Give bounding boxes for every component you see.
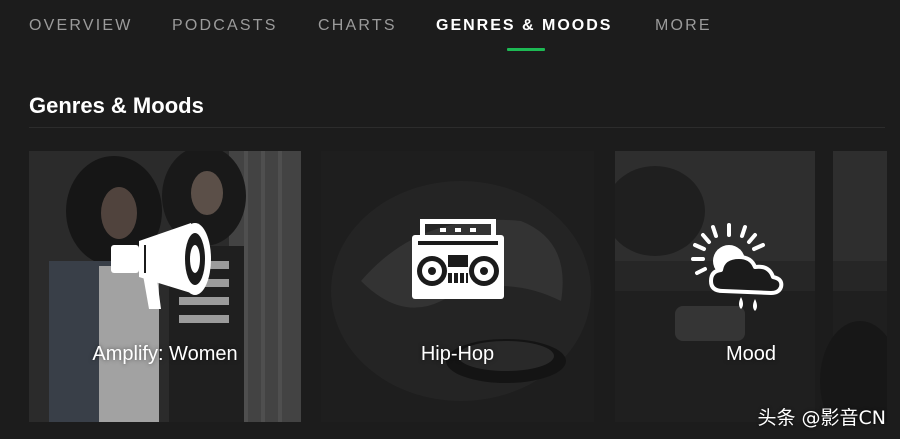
tab-genres-moods[interactable]: GENRES & MOODS: [436, 17, 612, 35]
active-tab-indicator: [507, 48, 545, 51]
section-divider: [29, 127, 885, 128]
genre-card-mood[interactable]: Mood: [615, 151, 887, 422]
megaphone-icon: [109, 217, 221, 318]
tab-more[interactable]: MORE: [655, 17, 712, 35]
card-label: Amplify: Women: [92, 343, 238, 365]
tab-overview[interactable]: OVERVIEW: [29, 17, 133, 35]
tab-podcasts[interactable]: PODCASTS: [172, 17, 278, 35]
boombox-icon: [410, 217, 506, 308]
watermark-text: 头条 @影音CN: [757, 407, 886, 429]
tab-charts[interactable]: CHARTS: [318, 17, 397, 35]
genre-card-hip-hop[interactable]: Hip-Hop: [321, 151, 594, 422]
top-nav: OVERVIEW PODCASTS CHARTS GENRES & MOODS …: [0, 0, 900, 56]
sun-cloud-rain-icon: [689, 221, 789, 318]
genre-card-amplify-women[interactable]: Amplify: Women: [29, 151, 301, 422]
card-label: Mood: [725, 343, 777, 365]
app-window: OVERVIEW PODCASTS CHARTS GENRES & MOODS …: [0, 0, 900, 439]
card-label: Hip-Hop: [420, 343, 495, 365]
section-title: Genres & Moods: [29, 93, 204, 118]
